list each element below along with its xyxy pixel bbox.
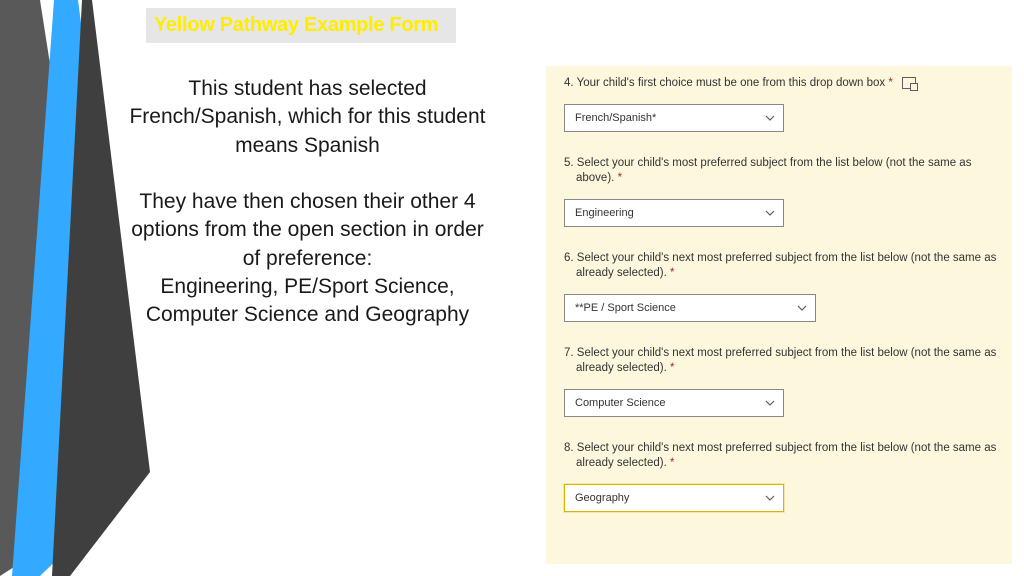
dropdown-q8[interactable]: Geography	[564, 484, 784, 512]
question-8-label: 8. Select your child's next most preferr…	[564, 441, 1002, 472]
question-7-text: Select your child's next most preferred …	[576, 347, 996, 375]
dropdown-q6-value: **PE / Sport Science	[575, 302, 676, 314]
required-asterisk: *	[888, 77, 892, 89]
body-paragraph-2: They have then chosen their other 4 opti…	[125, 188, 490, 273]
body-paragraph-3: Engineering, PE/Sport Science, Computer …	[125, 273, 490, 330]
required-asterisk: *	[670, 362, 674, 374]
dropdown-q4[interactable]: French/Spanish*	[564, 104, 784, 132]
question-7: 7. Select your child's next most preferr…	[564, 346, 1002, 417]
question-5-number: 5.	[564, 157, 574, 169]
question-8-number: 8.	[564, 442, 574, 454]
slide-body: This student has selected French/Spanish…	[125, 75, 490, 358]
dropdown-q8-value: Geography	[575, 492, 629, 504]
question-5-text: Select your child's most preferred subje…	[576, 157, 971, 185]
chevron-down-icon	[797, 303, 807, 313]
question-4: 4. Your child's first choice must be one…	[564, 76, 1002, 132]
dropdown-q4-value: French/Spanish*	[575, 112, 656, 124]
question-4-text: Your child's first choice must be one fr…	[577, 77, 889, 89]
chevron-down-icon	[765, 398, 775, 408]
chevron-down-icon	[765, 208, 775, 218]
question-6-text: Select your child's next most preferred …	[576, 252, 996, 280]
slide-title: Yellow Pathway Example Form	[154, 14, 438, 37]
question-8: 8. Select your child's next most preferr…	[564, 441, 1002, 512]
question-6-label: 6. Select your child's next most preferr…	[564, 251, 1002, 282]
question-5-label: 5. Select your child's most preferred su…	[564, 156, 1002, 187]
example-form-panel: 4. Your child's first choice must be one…	[546, 66, 1012, 564]
question-5: 5. Select your child's most preferred su…	[564, 156, 1002, 227]
required-asterisk: *	[670, 457, 674, 469]
question-7-number: 7.	[564, 347, 574, 359]
slide-title-box: Yellow Pathway Example Form	[146, 8, 456, 43]
chevron-down-icon	[765, 113, 775, 123]
question-8-text: Select your child's next most preferred …	[576, 442, 996, 470]
immersive-reader-icon[interactable]	[902, 77, 916, 89]
question-6: 6. Select your child's next most preferr…	[564, 251, 1002, 322]
question-4-label: 4. Your child's first choice must be one…	[564, 76, 1002, 92]
question-4-number: 4.	[564, 77, 574, 89]
dropdown-q7-value: Computer Science	[575, 397, 666, 409]
required-asterisk: *	[670, 267, 674, 279]
dropdown-q5-value: Engineering	[575, 207, 634, 219]
dropdown-q5[interactable]: Engineering	[564, 199, 784, 227]
required-asterisk: *	[618, 172, 622, 184]
chevron-down-icon	[765, 493, 775, 503]
question-6-number: 6.	[564, 252, 574, 264]
question-7-label: 7. Select your child's next most preferr…	[564, 346, 1002, 377]
body-paragraph-1: This student has selected French/Spanish…	[125, 75, 490, 160]
dropdown-q7[interactable]: Computer Science	[564, 389, 784, 417]
dropdown-q6[interactable]: **PE / Sport Science	[564, 294, 816, 322]
